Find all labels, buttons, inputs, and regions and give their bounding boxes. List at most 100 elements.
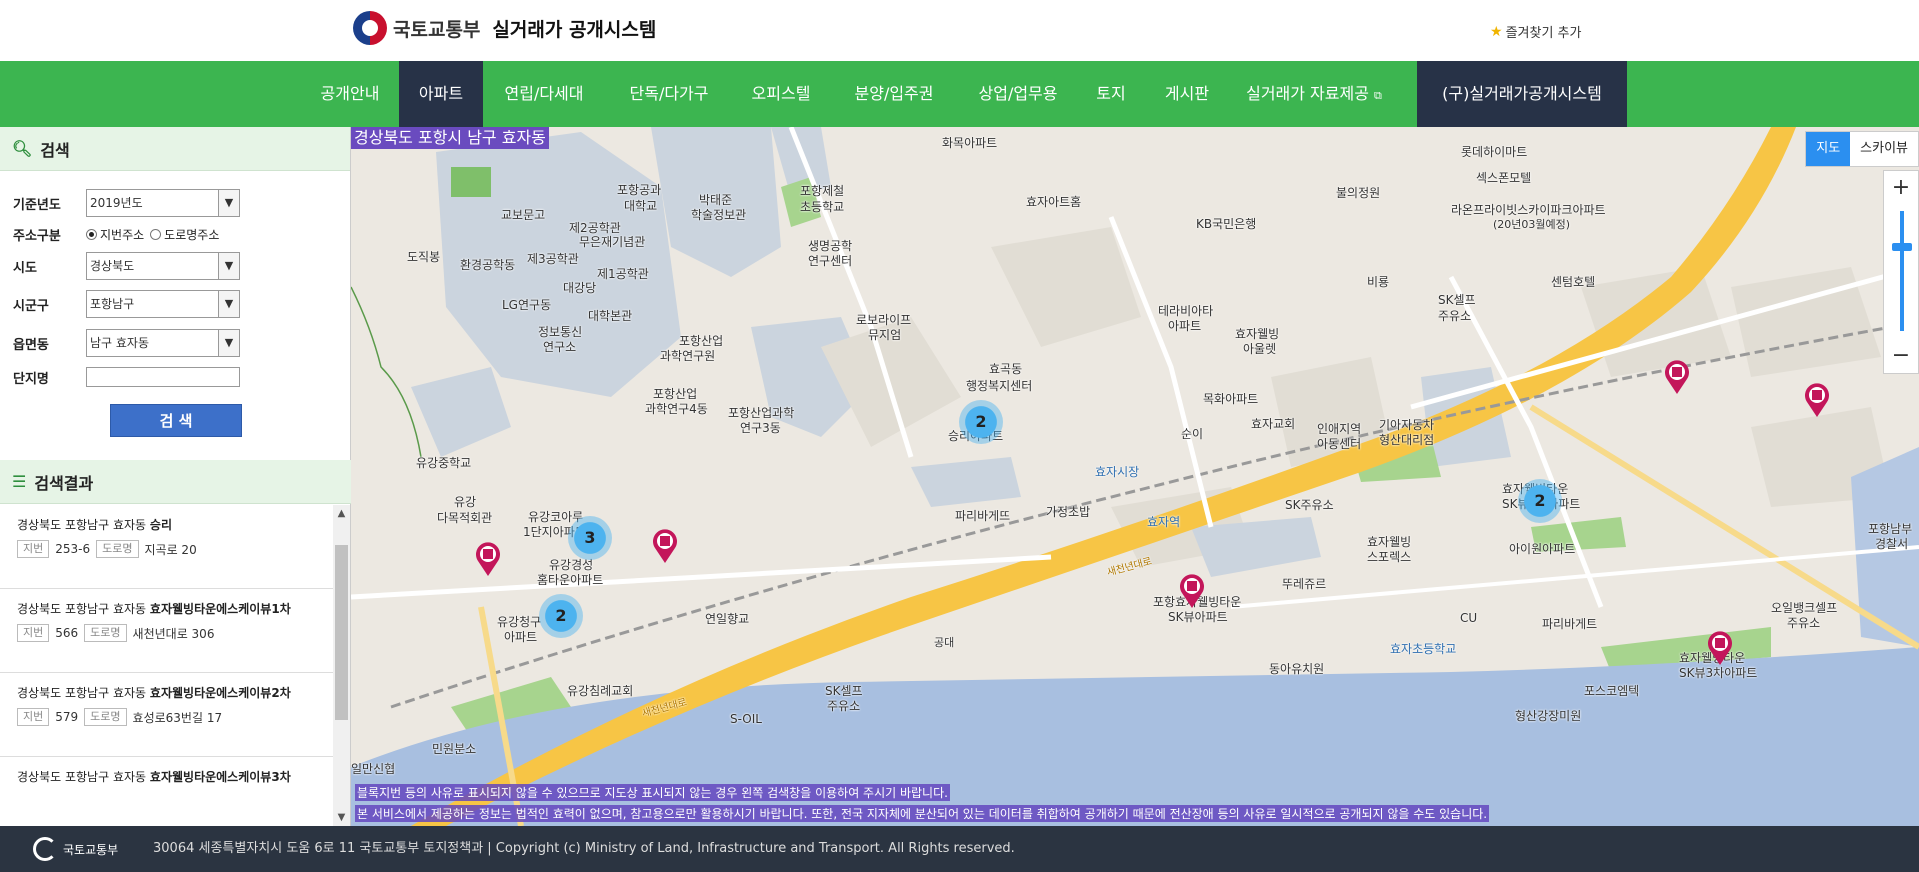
cluster-marker[interactable]: 3 xyxy=(568,516,612,560)
map-label: 주유소 xyxy=(1438,309,1472,323)
map-type-map-button[interactable]: 지도 xyxy=(1806,132,1851,166)
complex-name-input[interactable] xyxy=(86,367,240,387)
result-item[interactable]: 경상북도 포항남구 효자동 효자웰빙타운에스케이뷰2차 지번 579 도로명 효… xyxy=(0,673,333,757)
result-name: 효자웰빙타운에스케이뷰2차 xyxy=(149,686,291,700)
map-label: 아울렛 xyxy=(1243,342,1277,356)
radio-jibun[interactable]: 지번주소 xyxy=(86,226,144,243)
chevron-down-icon: ▼ xyxy=(218,330,239,356)
apartment-pin-icon[interactable] xyxy=(1663,359,1691,395)
map-notice-2: 본 서비스에서 제공하는 정보는 법적인 효력이 없으며, 참고용으로만 활용하… xyxy=(355,805,1490,822)
map-notice-1: 블록지번 등의 사유로 표시되지 않을 수 있으므로 지도상 표시되지 않는 경… xyxy=(355,784,950,801)
year-select[interactable]: 2019년도 ▼ xyxy=(86,189,240,217)
scroll-down-icon[interactable]: ▼ xyxy=(333,809,350,826)
nav-detached[interactable]: 단독/다가구 xyxy=(616,61,722,127)
result-meta: 지번 253-6 도로명 지곡로 20 xyxy=(17,540,319,558)
apartment-pin-icon[interactable] xyxy=(1178,573,1206,609)
scroll-up-icon[interactable]: ▲ xyxy=(333,505,350,522)
map-label: 뚜레쥬르 xyxy=(1282,577,1327,591)
result-road: 새천년대로 306 xyxy=(132,626,215,641)
emd-select[interactable]: 남구 효자동 ▼ xyxy=(86,329,240,357)
map-type-skyview-button[interactable]: 스카이뷰 xyxy=(1850,132,1918,166)
radio-road[interactable]: 도로명주소 xyxy=(150,226,219,243)
year-value: 2019년도 xyxy=(90,196,143,210)
zoom-track[interactable] xyxy=(1900,211,1904,331)
map-label: 섹스폰모텔 xyxy=(1476,171,1532,185)
nav-rowhouse[interactable]: 연립/다세대 xyxy=(494,61,594,127)
map-view[interactable]: 경상북도 포항시 남구 효자동 화목아파트 효자아트홈 KB국민은행 롯데하이마… xyxy=(351,127,1919,826)
result-item[interactable]: 경상북도 포항남구 효자동 효자웰빙타운에스케이뷰1차 지번 566 도로명 새… xyxy=(0,589,333,673)
emd-label: 읍면동 xyxy=(13,337,49,353)
map-label: 아이원아파트 xyxy=(1509,542,1576,556)
emd-value: 남구 효자동 xyxy=(90,336,150,350)
result-road: 효성로63번길 17 xyxy=(132,710,223,725)
main-nav: 공개안내 아파트 연립/다세대 단독/다가구 오피스텔 분양/입주권 상업/업무… xyxy=(0,61,1919,127)
map-label: 제3공학관 xyxy=(527,252,579,266)
map-label: 다목적회관 xyxy=(437,511,493,525)
map-label: 행정복지센터 xyxy=(966,379,1033,393)
map-label: 화목아파트 xyxy=(942,136,998,150)
nav-board[interactable]: 게시판 xyxy=(1152,61,1222,127)
result-prefix: 경상북도 포항남구 효자동 xyxy=(17,602,147,616)
results-scrollbar[interactable]: ▲ ▼ xyxy=(333,505,350,826)
address-type-row: 주소구분 지번주소 도로명주소 xyxy=(13,225,225,244)
map-label: LG연구동 xyxy=(502,298,552,312)
zoom-out-button[interactable]: − xyxy=(1884,339,1918,373)
cluster-marker[interactable]: 2 xyxy=(539,594,583,638)
add-favorite-link[interactable]: ★ 즐겨찾기 추가 xyxy=(1490,22,1581,42)
apartment-pin-icon[interactable] xyxy=(474,541,502,577)
result-prefix: 경상북도 포항남구 효자동 xyxy=(17,770,147,784)
year-label: 기준년도 xyxy=(13,197,61,213)
logo-org-name: 국토교통부 xyxy=(393,18,481,41)
map-label: 제1공학관 xyxy=(597,267,649,281)
scrollbar-thumb[interactable] xyxy=(335,545,348,720)
result-item[interactable]: 경상북도 포항남구 효자동 효자웰빙타운에스케이뷰3차 xyxy=(0,757,333,826)
sigungu-select[interactable]: 포항남구 ▼ xyxy=(86,290,240,318)
nav-officetel[interactable]: 오피스텔 xyxy=(738,61,824,127)
map-label: 주유소 xyxy=(827,699,861,713)
chevron-down-icon: ▼ xyxy=(218,190,239,216)
apartment-pin-icon[interactable] xyxy=(651,528,679,564)
map-label: 유강 xyxy=(454,495,477,509)
result-name: 승리 xyxy=(149,518,172,532)
sido-select[interactable]: 경상북도 ▼ xyxy=(86,252,240,280)
site-logo[interactable]: 국토교통부 실거래가 공개시스템 xyxy=(353,11,656,45)
result-name: 효자웰빙타운에스케이뷰3차 xyxy=(149,770,291,784)
nav-data-provision[interactable]: 실거래가 자료제공 ⧉ xyxy=(1240,61,1388,127)
nav-legacy-system[interactable]: (구)실거래가공개시스템 xyxy=(1417,61,1627,127)
search-button[interactable]: 검 색 xyxy=(110,404,242,437)
map-label: 불의정원 xyxy=(1336,186,1381,200)
jibun-tag: 지번 xyxy=(17,708,50,726)
nav-commercial[interactable]: 상업/업무용 xyxy=(965,61,1071,127)
region-label: 경상북도 포항시 남구 효자동 xyxy=(351,127,549,149)
nav-land[interactable]: 토지 xyxy=(1088,61,1134,127)
zoom-handle[interactable] xyxy=(1892,243,1912,251)
map-label: 연일향교 xyxy=(705,612,750,626)
result-item[interactable]: 경상북도 포항남구 효자동 승리 지번 253-6 도로명 지곡로 20 xyxy=(0,505,333,589)
nav-guide[interactable]: 공개안내 xyxy=(310,61,390,127)
road-tag: 도로명 xyxy=(84,708,127,726)
map-label: 포항공과 xyxy=(617,183,662,197)
cluster-marker[interactable]: 2 xyxy=(959,400,1003,444)
nav-presale[interactable]: 분양/입주권 xyxy=(841,61,947,127)
map-label: 롯데하이마트 xyxy=(1461,145,1528,159)
result-jibun: 566 xyxy=(55,626,79,640)
map-label: 환경공학동 xyxy=(460,258,516,272)
result-meta: 지번 566 도로명 새천년대로 306 xyxy=(17,624,319,642)
map-label: (20년03월예정) xyxy=(1493,218,1571,231)
radio-jibun-label: 지번주소 xyxy=(100,228,145,242)
sigungu-label: 시군구 xyxy=(13,298,49,314)
zoom-in-button[interactable]: + xyxy=(1884,171,1918,205)
cluster-marker[interactable]: 2 xyxy=(1518,479,1562,523)
nav-apartment[interactable]: 아파트 xyxy=(399,61,483,127)
apartment-pin-icon[interactable] xyxy=(1803,382,1831,418)
search-sidebar: 🔍︎ 검색 기준년도 2019년도 ▼ 주소구분 지번주소 도로명주소 시도 경… xyxy=(0,127,351,826)
map-label: 비룡 xyxy=(1367,275,1390,289)
sido-label: 시도 xyxy=(13,260,37,276)
jibun-tag: 지번 xyxy=(17,624,50,642)
map-label: 효자시장 xyxy=(1095,465,1140,479)
map-label: 대학교 xyxy=(624,199,658,213)
chevron-down-icon: ▼ xyxy=(218,253,239,279)
apartment-pin-icon[interactable] xyxy=(1706,630,1734,666)
radio-road-label: 도로명주소 xyxy=(164,228,220,242)
map-label: 뮤지엄 xyxy=(868,328,902,342)
